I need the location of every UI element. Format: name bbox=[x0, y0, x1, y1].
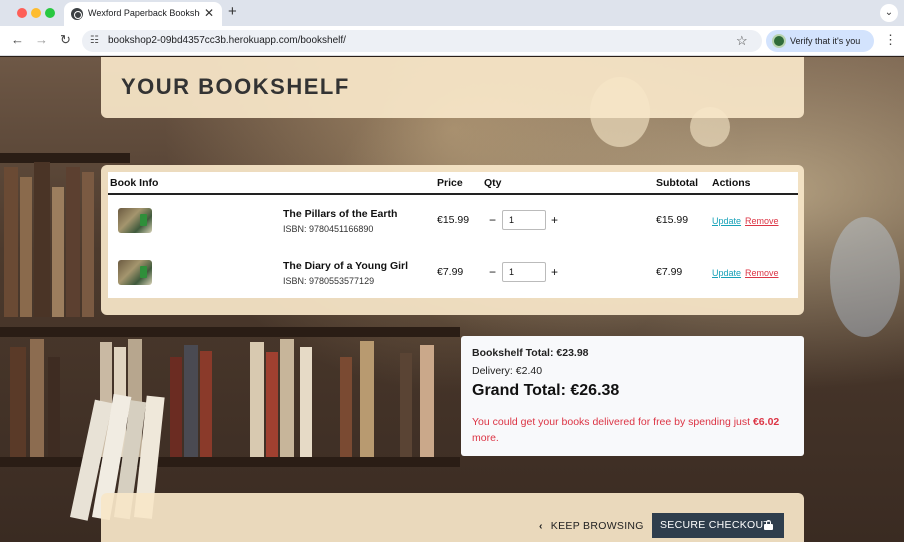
secure-checkout-label: SECURE CHECKOUT bbox=[660, 519, 771, 531]
tab-title: Wexford Paperback Bookshop bbox=[88, 8, 200, 18]
header-actions: Actions bbox=[712, 177, 751, 189]
delivery-cost: Delivery: €2.40 bbox=[472, 365, 543, 377]
page-title: YOUR BOOKSHELF bbox=[121, 74, 350, 99]
remove-link[interactable]: Remove bbox=[745, 268, 779, 278]
qty-input[interactable] bbox=[502, 262, 546, 282]
page-title-card: YOUR BOOKSHELF bbox=[101, 57, 804, 118]
browser-menu-icon[interactable]: ⋮ bbox=[884, 32, 897, 48]
book-isbn: ISBN: 9780451166890 bbox=[283, 224, 374, 234]
background-books bbox=[0, 157, 100, 317]
update-link[interactable]: Update bbox=[712, 216, 741, 226]
header-divider bbox=[108, 193, 798, 195]
browser-tab[interactable]: Wexford Paperback Bookshop ✕ bbox=[64, 2, 222, 26]
book-price: €7.99 bbox=[437, 266, 464, 278]
tab-search-icon[interactable]: ⌄ bbox=[880, 4, 898, 22]
qty-input[interactable] bbox=[502, 210, 546, 230]
grand-total: Grand Total: €26.38 bbox=[472, 382, 620, 399]
globe-icon bbox=[71, 8, 83, 20]
update-link[interactable]: Update bbox=[712, 268, 741, 278]
address-bar[interactable]: ☷ bookshop2-09bd4357cc3b.herokuapp.com/b… bbox=[82, 30, 762, 52]
book-cover-thumbnail[interactable] bbox=[118, 260, 152, 285]
free-delivery-prefix: You could get your books delivered for f… bbox=[472, 416, 753, 428]
bookshelf-table-card: Book Info Price Qty Subtotal Actions The… bbox=[101, 165, 804, 315]
forward-icon[interactable]: → bbox=[35, 32, 48, 48]
verify-label: Verify that it's you bbox=[790, 36, 861, 46]
avatar-icon bbox=[772, 34, 786, 48]
reload-icon[interactable]: ↻ bbox=[60, 32, 71, 48]
book-title: The Pillars of the Earth bbox=[283, 208, 398, 220]
free-delivery-suffix: more. bbox=[472, 432, 499, 444]
secure-checkout-button[interactable]: SECURE CHECKOUT bbox=[652, 513, 784, 538]
book-isbn: ISBN: 9780553577129 bbox=[283, 276, 375, 286]
page-viewport: YOUR BOOKSHELF Book Info Price Qty Subto… bbox=[0, 57, 904, 542]
row-subtotal: €7.99 bbox=[656, 266, 683, 278]
background-light bbox=[830, 217, 900, 337]
new-tab-button[interactable]: + bbox=[228, 3, 237, 21]
qty-increment-button[interactable]: + bbox=[551, 214, 558, 226]
back-icon[interactable]: ← bbox=[11, 32, 24, 48]
lock-icon bbox=[764, 520, 773, 530]
browser-toolbar: ← → ↻ ☷ bookshop2-09bd4357cc3b.herokuapp… bbox=[0, 26, 904, 56]
keep-browsing-label: KEEP BROWSING bbox=[550, 520, 644, 532]
header-subtotal: Subtotal bbox=[656, 177, 698, 189]
row-subtotal: €15.99 bbox=[656, 214, 689, 226]
bookmark-star-icon[interactable]: ☆ bbox=[736, 33, 748, 49]
header-qty: Qty bbox=[484, 177, 502, 189]
chevron-left-icon: ‹ bbox=[539, 520, 543, 532]
header-book-info: Book Info bbox=[110, 177, 159, 189]
window-close-button[interactable] bbox=[17, 8, 27, 18]
keep-browsing-button[interactable]: ‹ KEEP BROWSING bbox=[539, 513, 644, 539]
free-delivery-message: You could get your books delivered for f… bbox=[472, 414, 797, 446]
qty-decrement-button[interactable]: − bbox=[489, 266, 496, 278]
book-price: €15.99 bbox=[437, 214, 470, 226]
bookshelf-total: Bookshelf Total: €23.98 bbox=[472, 347, 589, 359]
free-delivery-amount: €6.02 bbox=[752, 416, 780, 428]
checkout-actions-card: ‹ KEEP BROWSING SECURE CHECKOUT bbox=[101, 493, 804, 542]
remove-link[interactable]: Remove bbox=[745, 216, 779, 226]
tab-close-icon[interactable]: ✕ bbox=[204, 6, 214, 20]
verify-identity-button[interactable]: Verify that it's you bbox=[766, 30, 874, 52]
window-minimize-button[interactable] bbox=[31, 8, 41, 18]
bookshelf-table: Book Info Price Qty Subtotal Actions The… bbox=[108, 172, 798, 298]
book-title: The Diary of a Young Girl bbox=[283, 260, 409, 272]
qty-decrement-button[interactable]: − bbox=[489, 214, 496, 226]
book-cover-thumbnail[interactable] bbox=[118, 208, 152, 233]
url-text[interactable]: bookshop2-09bd4357cc3b.herokuapp.com/boo… bbox=[108, 35, 346, 46]
browser-tab-bar: Wexford Paperback Bookshop ✕ + ⌄ bbox=[0, 0, 904, 26]
qty-increment-button[interactable]: + bbox=[551, 266, 558, 278]
window-maximize-button[interactable] bbox=[45, 8, 55, 18]
site-settings-icon[interactable]: ☷ bbox=[90, 36, 99, 46]
header-price: Price bbox=[437, 177, 463, 189]
order-summary-card: Bookshelf Total: €23.98 Delivery: €2.40 … bbox=[461, 336, 804, 456]
